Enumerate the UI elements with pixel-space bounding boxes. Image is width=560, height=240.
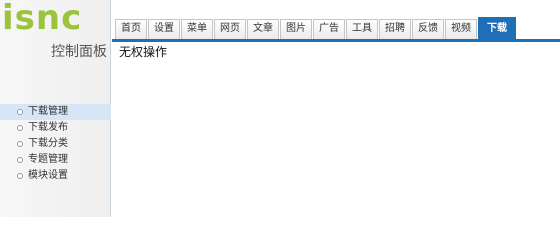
tab-menu[interactable]: 菜单 xyxy=(181,19,213,39)
tab-download[interactable]: 下载 xyxy=(478,17,516,39)
sidebar-item-download-category[interactable]: 下载分类 xyxy=(0,136,111,152)
bullet-icon xyxy=(17,125,23,131)
sidebar-item-label: 专题管理 xyxy=(28,154,68,165)
tab-settings[interactable]: 设置 xyxy=(148,19,180,39)
tab-tools[interactable]: 工具 xyxy=(346,19,378,39)
sidebar: isnc 控制面板 下载管理 下载发布 下载分类 专题管理 模块设置 xyxy=(0,0,111,217)
tab-video[interactable]: 视频 xyxy=(445,19,477,39)
tab-articles[interactable]: 文章 xyxy=(247,19,279,39)
sidebar-item-download-manage[interactable]: 下载管理 xyxy=(0,104,111,120)
sidebar-item-label: 下载分类 xyxy=(28,138,68,149)
sidebar-item-label: 下载发布 xyxy=(28,122,68,133)
tab-home[interactable]: 首页 xyxy=(115,19,147,39)
logo: isnc xyxy=(2,0,83,38)
tab-images[interactable]: 图片 xyxy=(280,19,312,39)
bullet-icon xyxy=(17,141,23,147)
tab-feedback[interactable]: 反馈 xyxy=(412,19,444,39)
sidebar-menu: 下载管理 下载发布 下载分类 专题管理 模块设置 xyxy=(0,104,111,184)
tab-bar: 首页 设置 菜单 网页 文章 图片 广告 工具 招聘 反馈 视频 下载 xyxy=(115,17,516,39)
bullet-icon xyxy=(17,109,23,115)
sidebar-item-topic-manage[interactable]: 专题管理 xyxy=(0,152,111,168)
bullet-icon xyxy=(17,173,23,179)
sidebar-item-label: 下载管理 xyxy=(28,106,68,117)
sidebar-item-download-publish[interactable]: 下载发布 xyxy=(0,120,111,136)
sidebar-item-module-settings[interactable]: 模块设置 xyxy=(0,168,111,184)
main-content: 无权操作 xyxy=(112,42,560,217)
tab-jobs[interactable]: 招聘 xyxy=(379,19,411,39)
sidebar-item-label: 模块设置 xyxy=(28,170,68,181)
panel-title: 控制面板 xyxy=(51,44,107,60)
tab-pages[interactable]: 网页 xyxy=(214,19,246,39)
tab-ads[interactable]: 广告 xyxy=(313,19,345,39)
logo-area: isnc 控制面板 xyxy=(0,0,111,64)
permission-message: 无权操作 xyxy=(119,45,168,59)
bullet-icon xyxy=(17,157,23,163)
